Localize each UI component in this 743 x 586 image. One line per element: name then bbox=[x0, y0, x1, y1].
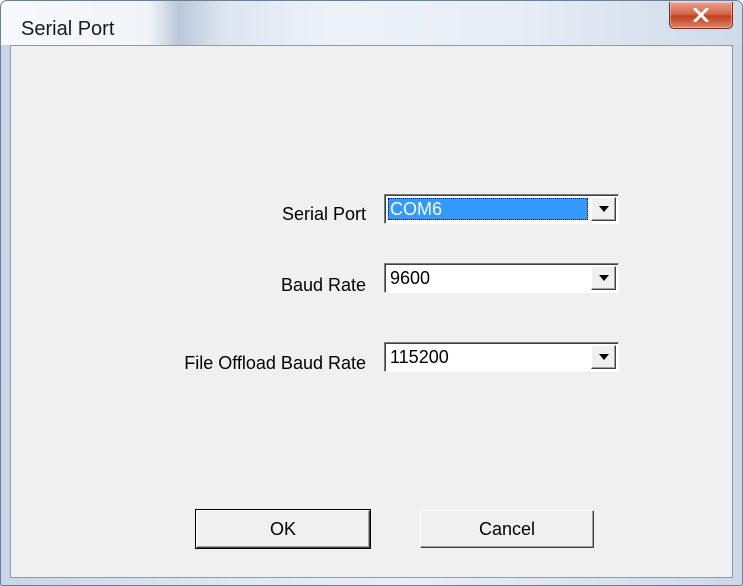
baud-rate-label: Baud Rate bbox=[280, 275, 366, 295]
serial-port-select[interactable]: COM6 bbox=[384, 194, 619, 224]
dropdown-arrow-icon bbox=[598, 354, 609, 360]
title-bar[interactable]: Serial Port bbox=[1, 1, 742, 45]
close-x-icon bbox=[693, 8, 709, 22]
serial-port-dropdown-button[interactable] bbox=[591, 197, 616, 221]
baud-rate-dropdown-button[interactable] bbox=[591, 266, 616, 290]
dropdown-arrow-icon bbox=[598, 275, 609, 281]
serial-port-value: COM6 bbox=[388, 198, 588, 220]
serial-port-dialog: Serial Port Serial Port COM6 Baud Rate 9… bbox=[0, 0, 743, 586]
serial-port-label: Serial Port bbox=[281, 204, 366, 224]
dropdown-arrow-icon bbox=[598, 206, 609, 212]
baud-rate-select[interactable]: 9600 bbox=[384, 263, 619, 293]
ok-button[interactable]: OK bbox=[195, 509, 371, 549]
dialog-client-area: Serial Port COM6 Baud Rate 9600 File Off… bbox=[10, 45, 733, 578]
window-title: Serial Port bbox=[21, 18, 115, 40]
baud-rate-value: 9600 bbox=[390, 268, 431, 288]
file-offload-baud-rate-label: File Offload Baud Rate bbox=[184, 353, 366, 373]
close-button[interactable] bbox=[669, 2, 733, 29]
file-offload-baud-rate-dropdown-button[interactable] bbox=[591, 345, 616, 369]
file-offload-baud-rate-select[interactable]: 115200 bbox=[384, 342, 619, 372]
file-offload-baud-rate-value: 115200 bbox=[390, 347, 449, 367]
cancel-button[interactable]: Cancel bbox=[420, 510, 594, 548]
